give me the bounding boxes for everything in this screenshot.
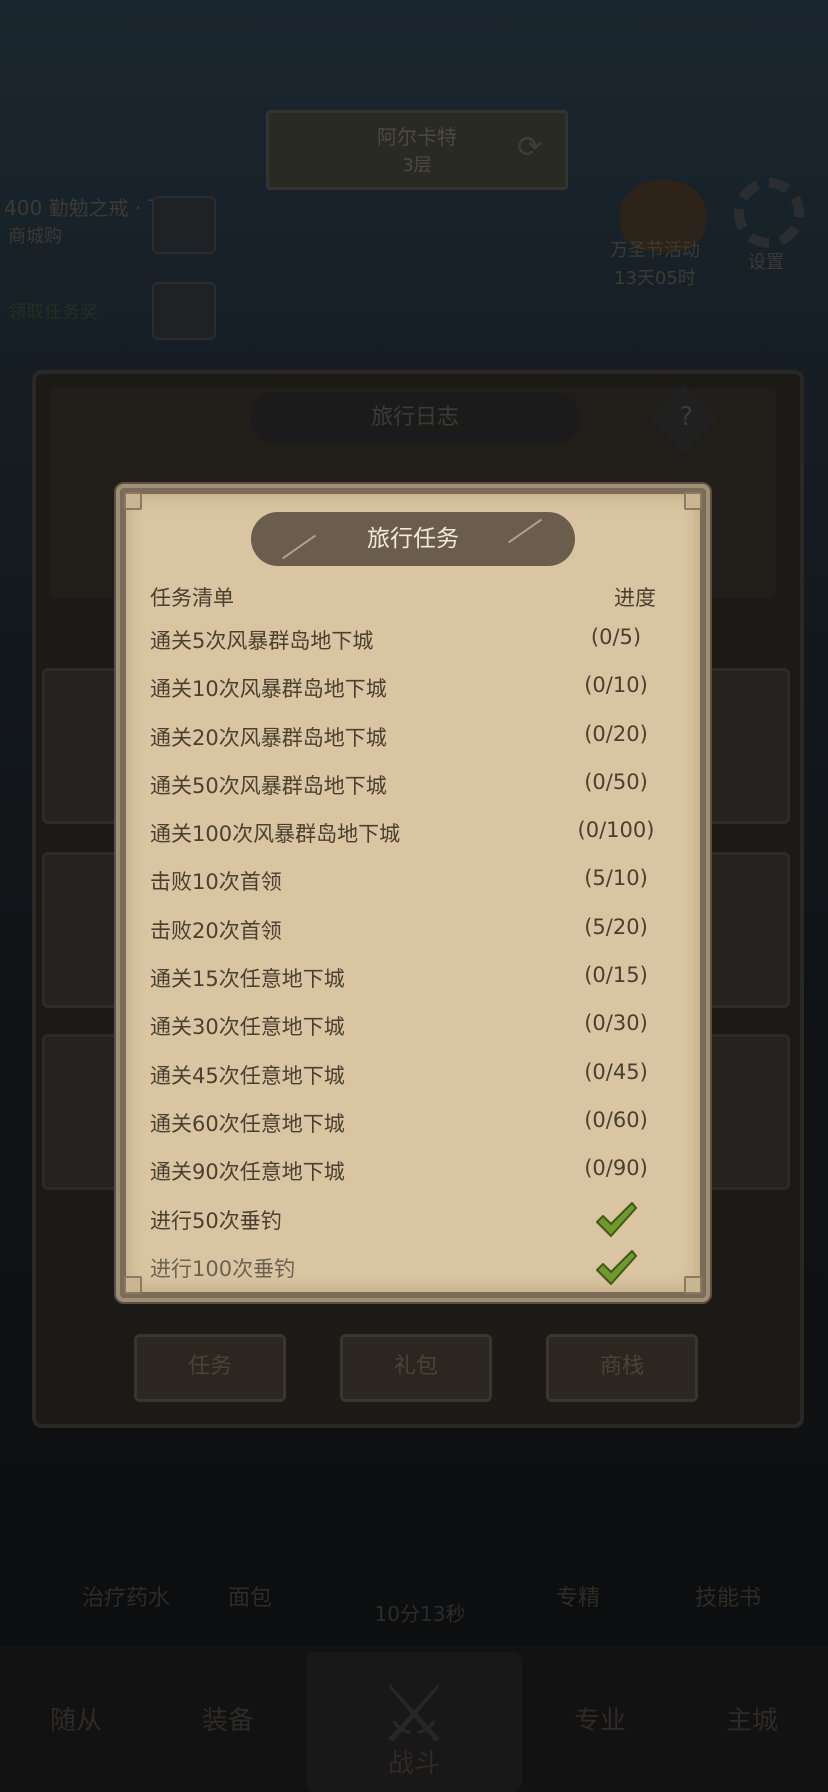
task-progress: (0/15) (584, 963, 648, 988)
item-bread[interactable]: 面包 (180, 1580, 320, 1612)
nav-followers[interactable]: 随从 (16, 1700, 136, 1737)
title-decoration (508, 518, 542, 544)
task-list-header: 任务清单 进度 (150, 582, 676, 616)
task-list[interactable]: 通关5次风暴群岛地下城 (0/5) 通关10次风暴群岛地下城 (0/10) 通关20次风… (150, 616, 678, 1292)
task-progress: (0/10) (584, 673, 648, 698)
floor-banner: 阿尔卡特 3层 ⟳ (266, 110, 568, 190)
task-progress: (0/90) (584, 1156, 648, 1181)
task-name: 通关20次风暴群岛地下城 (150, 725, 387, 750)
event-label: 万圣节活动 (610, 240, 700, 261)
nav-profession[interactable]: 专业 (540, 1700, 660, 1737)
check-icon (596, 1201, 637, 1237)
task-row: 通关90次任意地下城 (0/90) (150, 1147, 678, 1195)
travel-tasks-modal: 旅行任务 任务清单 进度 通关5次风暴群岛地下城 (0/5) 通关10次风暴群岛地下… (116, 484, 710, 1302)
nav-battle[interactable]: ⚔ 战斗 (306, 1652, 522, 1792)
help-glyph: ? (679, 401, 694, 432)
task-progress: (0/60) (584, 1107, 648, 1132)
task-progress: (0/5) (590, 625, 642, 649)
nav-equipment[interactable]: 装备 (168, 1700, 288, 1737)
task-name: 通关90次任意地下城 (150, 1160, 345, 1185)
side-card (704, 852, 790, 1008)
task-row: 通关20次风暴群岛地下城 (0/20) (150, 713, 678, 761)
left-info-line2: 商城购 (8, 226, 62, 247)
task-name: 通关45次任意地下城 (150, 1063, 345, 1088)
task-row: 击败20次首领 (5/20) (150, 906, 678, 954)
corner-decoration (684, 1276, 702, 1294)
corner-decoration (684, 492, 702, 510)
side-card (704, 1034, 790, 1190)
tab-tasks[interactable]: 任务 (134, 1334, 286, 1402)
side-card (704, 668, 790, 824)
task-progress: (0/100) (577, 818, 655, 843)
corner-decoration (124, 492, 142, 510)
tab-trading-post[interactable]: 商栈 (546, 1334, 698, 1402)
task-row: 通关50次风暴群岛地下城 (0/50) (150, 761, 678, 809)
travel-log-title: 旅行日志 (250, 392, 580, 444)
refresh-icon: ⟳ (517, 130, 543, 165)
task-row: 通关60次任意地下城 (0/60) (150, 1099, 678, 1147)
header-task-list: 任务清单 (150, 586, 234, 610)
task-progress: (0/20) (584, 721, 648, 746)
task-name: 通关50次风暴群岛地下城 (150, 773, 387, 798)
task-name: 通关60次任意地下城 (150, 1111, 345, 1136)
tab-gift-packs[interactable]: 礼包 (340, 1334, 492, 1402)
item-skill-book[interactable]: 技能书 (658, 1580, 798, 1612)
gear-icon (734, 178, 804, 248)
task-progress: (0/45) (584, 1059, 648, 1084)
title-decoration (282, 534, 316, 560)
task-row: 通关10次风暴群岛地下城 (0/10) (150, 664, 678, 712)
task-row: 进行100次垂钓 (150, 1244, 678, 1292)
item-healing-potion[interactable]: 治疗药水 (56, 1580, 196, 1612)
task-name: 通关5次风暴群岛地下城 (150, 629, 374, 653)
nav-battle-label: 战斗 (387, 1749, 440, 1779)
item-mastery[interactable]: 专精 (508, 1580, 648, 1612)
task-progress: (5/20) (584, 914, 648, 939)
task-name: 通关100次风暴群岛地下城 (150, 822, 401, 847)
task-name: 通关30次任意地下城 (150, 1015, 345, 1040)
task-name: 进行100次垂钓 (150, 1256, 296, 1281)
event-timer: 13天05时 (614, 268, 696, 289)
settings-label: 设置 (748, 252, 784, 273)
task-progress: (5/10) (584, 866, 648, 891)
task-name: 通关10次风暴群岛地下城 (150, 677, 387, 702)
task-name: 进行50次垂钓 (150, 1208, 282, 1233)
rest-timer: 10分13秒 (374, 1602, 466, 1626)
crossed-swords-icon: ⚔ (378, 1667, 450, 1760)
task-row: 通关5次风暴群岛地下城 (0/5) (150, 616, 678, 664)
task-name: 通关15次任意地下城 (150, 967, 345, 992)
task-row: 通关100次风暴群岛地下城 (0/100) (150, 809, 678, 857)
task-row: 击败10次首领 (5/10) (150, 857, 678, 905)
corner-decoration (124, 1276, 142, 1294)
task-name: 击败10次首领 (150, 870, 282, 895)
task-row: 通关30次任意地下城 (0/30) (150, 1002, 678, 1050)
task-row: 进行50次垂钓 (150, 1196, 678, 1244)
nav-main-city[interactable]: 主城 (692, 1700, 812, 1737)
task-row: 通关15次任意地下城 (0/15) (150, 954, 678, 1002)
task-row: 通关45次任意地下城 (0/45) (150, 1051, 678, 1099)
task-name: 击败20次首领 (150, 918, 282, 943)
task-progress: (0/30) (584, 1011, 648, 1036)
left-slot-1 (152, 196, 216, 254)
left-info-line3: 领取任务奖 (8, 302, 98, 323)
modal-title-text: 旅行任务 (367, 526, 459, 552)
modal-title: 旅行任务 (251, 512, 575, 566)
check-icon (596, 1249, 637, 1285)
header-progress: 进度 (614, 586, 656, 610)
task-progress: (0/50) (584, 769, 648, 794)
left-slot-2 (152, 282, 216, 340)
